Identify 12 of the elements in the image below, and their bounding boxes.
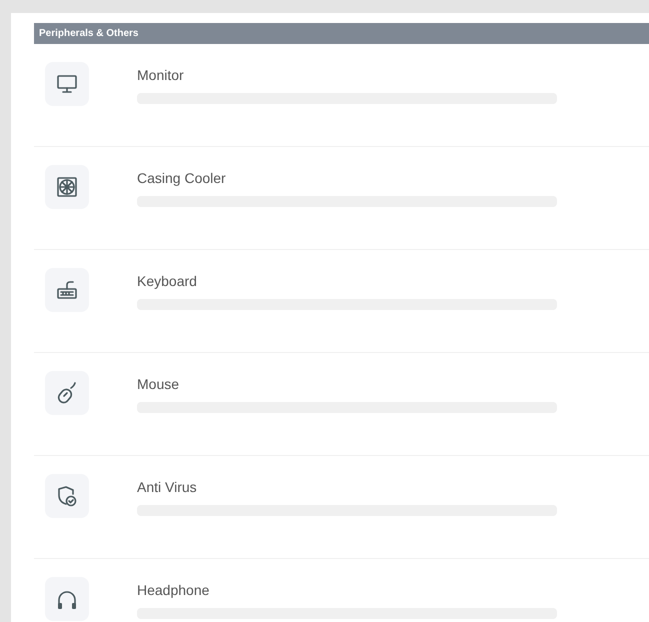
item-label: Casing Cooler (137, 169, 227, 187)
item-label: Headphone (137, 581, 210, 599)
item-label: Monitor (137, 66, 185, 84)
item-label: Anti Virus (137, 478, 198, 496)
keyboard-icon (55, 278, 79, 302)
fan-icon (55, 175, 79, 199)
mouse-icon (55, 381, 79, 405)
monitor-icon (55, 72, 79, 96)
item-label: Mouse (137, 375, 180, 393)
item-label: Keyboard (137, 272, 198, 290)
shield-check-icon (55, 484, 79, 508)
section-header: Peripherals & Others (34, 23, 649, 44)
